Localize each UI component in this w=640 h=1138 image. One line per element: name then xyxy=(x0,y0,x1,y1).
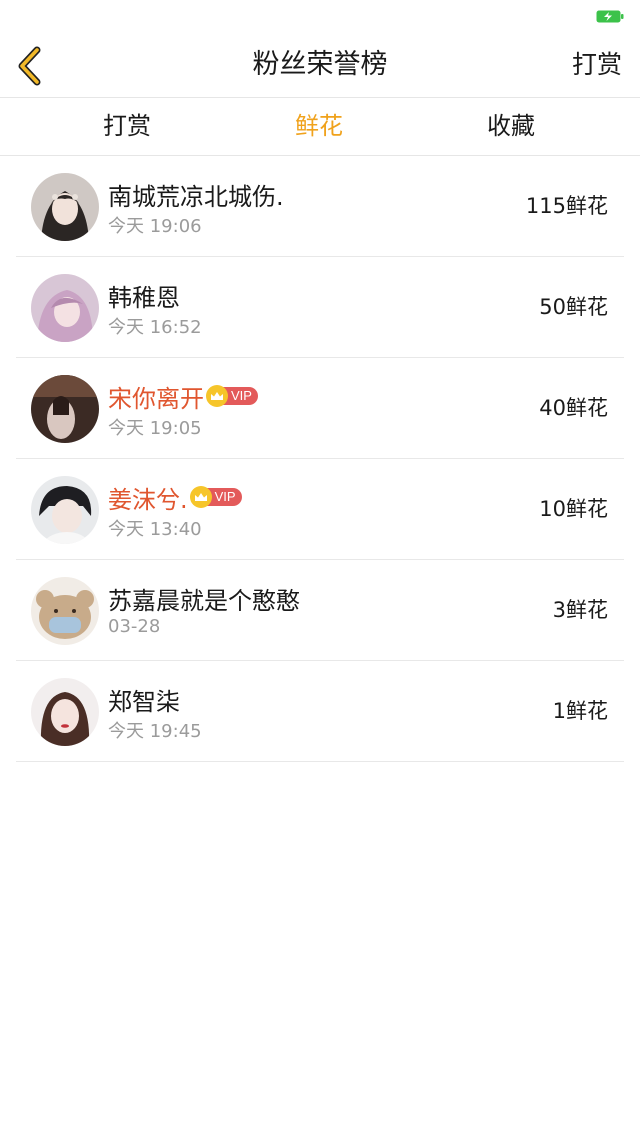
fan-name: 苏嘉晨就是个憨憨 xyxy=(108,586,300,615)
flower-count: 3鲜花 xyxy=(552,598,608,622)
avatar[interactable] xyxy=(31,577,99,645)
avatar[interactable] xyxy=(31,476,99,544)
timestamp: 今天 19:45 xyxy=(108,721,202,742)
list-item[interactable]: 苏嘉晨就是个憨憨 03-28 3鲜花 xyxy=(16,560,624,661)
battery-charging-icon xyxy=(596,10,624,23)
tab-flowers[interactable]: 鲜花 xyxy=(295,98,343,156)
flower-count: 1鲜花 xyxy=(552,699,608,723)
vip-badge: VIP xyxy=(189,486,242,508)
fan-name: 姜沫兮. xyxy=(108,485,188,514)
fan-name: 宋你离开 xyxy=(108,384,204,413)
timestamp: 今天 19:05 xyxy=(108,418,202,439)
tab-reward[interactable]: 打赏 xyxy=(103,98,151,156)
list-item[interactable]: 郑智柒 今天 19:45 1鲜花 xyxy=(16,661,624,762)
flower-count: 10鲜花 xyxy=(539,497,608,521)
crown-icon xyxy=(189,486,212,508)
page-title: 粉丝荣誉榜 xyxy=(252,49,388,80)
timestamp: 03-28 xyxy=(108,616,161,637)
fan-list: 南城荒凉北城伤. 今天 19:06 115鲜花 韩稚恩 今天 16:52 50鲜… xyxy=(0,156,640,762)
avatar[interactable] xyxy=(31,678,99,746)
flower-count: 40鲜花 xyxy=(539,396,608,420)
crown-icon xyxy=(206,385,228,407)
timestamp: 今天 13:40 xyxy=(108,519,202,540)
avatar[interactable] xyxy=(31,375,99,443)
list-item[interactable]: 姜沫兮. VIP 今天 13:40 10鲜花 xyxy=(16,459,624,560)
tab-favorites[interactable]: 收藏 xyxy=(487,98,535,156)
list-item[interactable]: 韩稚恩 今天 16:52 50鲜花 xyxy=(16,257,624,358)
flower-count: 50鲜花 xyxy=(539,295,608,319)
reward-button[interactable]: 打赏 xyxy=(572,36,622,98)
status-bar xyxy=(0,0,640,36)
avatar[interactable] xyxy=(31,173,99,241)
flower-count: 115鲜花 xyxy=(525,194,608,218)
list-item[interactable]: 南城荒凉北城伤. 今天 19:06 115鲜花 xyxy=(16,156,624,257)
fan-name: 韩稚恩 xyxy=(108,283,180,312)
tab-bar: 打赏 鲜花 收藏 xyxy=(0,98,640,156)
list-item[interactable]: 宋你离开 VIP 今天 19:05 40鲜花 xyxy=(16,358,624,459)
fan-name: 南城荒凉北城伤. xyxy=(108,182,284,211)
avatar[interactable] xyxy=(31,274,99,342)
timestamp: 今天 16:52 xyxy=(108,317,202,338)
vip-badge: VIP xyxy=(206,385,258,407)
fan-name: 郑智柒 xyxy=(108,687,180,716)
navigation-bar: 粉丝荣誉榜 打赏 xyxy=(0,36,640,98)
timestamp: 今天 19:06 xyxy=(108,216,202,237)
